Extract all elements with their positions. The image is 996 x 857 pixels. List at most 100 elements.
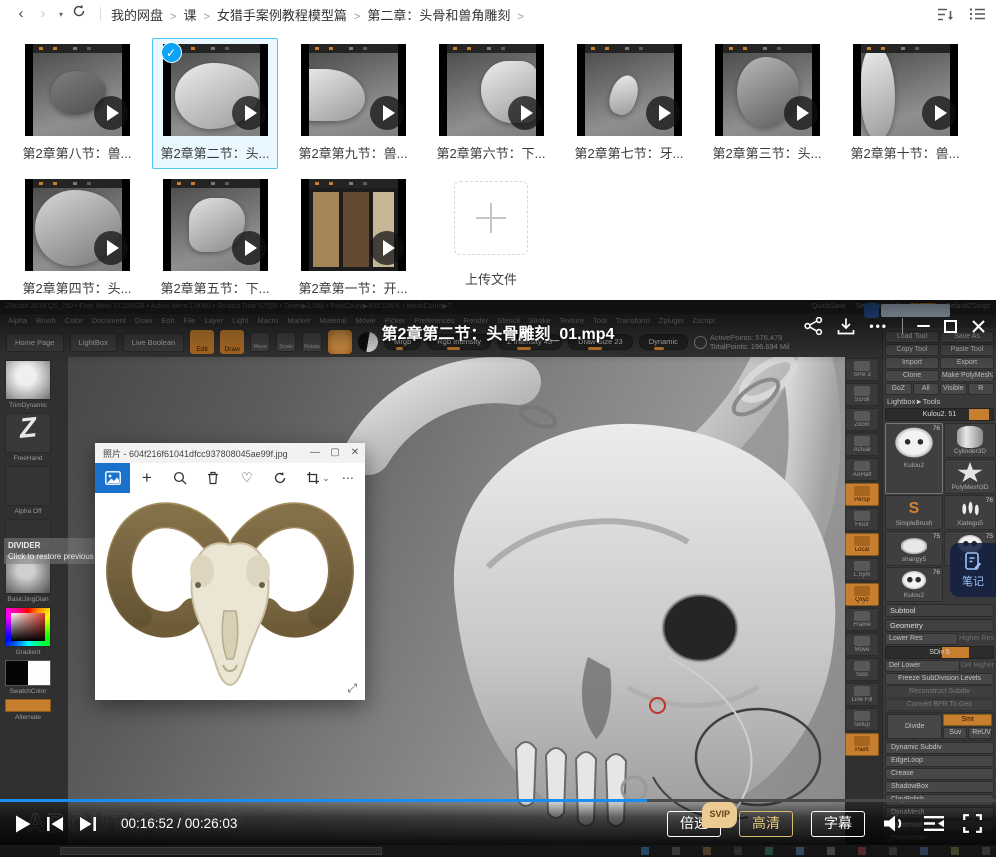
photos-toolbar: + ♡ ⌄ ⋯ bbox=[95, 463, 365, 493]
play-overlay-icon[interactable] bbox=[94, 96, 128, 130]
resize-arrow-icon: ⤢ bbox=[347, 681, 357, 696]
view-controls bbox=[937, 7, 986, 22]
play-overlay-icon[interactable] bbox=[646, 96, 680, 130]
subtitle-button[interactable]: 字幕 bbox=[811, 811, 865, 837]
zbrush-right-shelf-icon bbox=[854, 436, 870, 446]
play-overlay-icon[interactable] bbox=[232, 231, 266, 265]
tool-name: Cylinder3D bbox=[946, 448, 994, 456]
play-overlay-icon[interactable] bbox=[784, 96, 818, 130]
grid-item-box: ✓ 第2章第九节：兽... bbox=[290, 38, 416, 169]
grid-item-box: ✓ 第2章第八节：兽... bbox=[14, 38, 140, 169]
breadcrumb-item[interactable]: 女猎手案例教程模型篇 bbox=[217, 5, 367, 24]
zbrush-shelf-label: Alpha Off bbox=[2, 507, 54, 516]
tool-thumbnail: 76 Xiategu5 bbox=[944, 495, 996, 530]
video-thumbnail[interactable]: ✓ bbox=[25, 44, 130, 136]
zbrush-shelf-icon bbox=[5, 607, 51, 647]
zbrush-right-shelf-icon bbox=[854, 686, 870, 696]
see-all-photos-icon bbox=[95, 463, 130, 493]
geometry-header: Geometry bbox=[885, 619, 994, 632]
video-thumbnail[interactable]: ✓ bbox=[301, 44, 406, 136]
zbrush-shelf-icon bbox=[5, 699, 51, 712]
zbrush-right-shelf-icon bbox=[854, 611, 870, 621]
thumbnail-zbrush-topbar bbox=[723, 44, 812, 53]
video-grid-item[interactable]: ✓ 第2章第七节：牙... bbox=[560, 36, 698, 171]
video-thumbnail[interactable]: ✓ bbox=[301, 179, 406, 271]
grid-item-box: ✓ 第2章第七节：牙... bbox=[566, 38, 692, 169]
video-thumbnail[interactable]: ✓ bbox=[25, 179, 130, 271]
video-thumbnail[interactable]: ✓ bbox=[853, 44, 958, 136]
notes-button[interactable]: 笔记 bbox=[950, 543, 996, 597]
breadcrumb-item[interactable]: 课 bbox=[183, 5, 216, 24]
play-overlay-icon[interactable] bbox=[508, 96, 542, 130]
video-grid-item[interactable]: ✓ 第2章第六节：下... bbox=[422, 36, 560, 171]
zbrush-shelf-label: SwatchColor bbox=[2, 687, 54, 696]
video-grid-item[interactable]: ✓ 第2章第五节：下... bbox=[146, 171, 284, 306]
volume-icon[interactable] bbox=[883, 814, 905, 833]
upload-dropzone[interactable] bbox=[454, 181, 528, 255]
tool-icon bbox=[901, 570, 927, 592]
refresh-button[interactable] bbox=[68, 1, 90, 27]
photos-maximize-button: ▢ bbox=[325, 443, 345, 463]
video-grid-item[interactable]: ✓ 第2章第八节：兽... bbox=[8, 36, 146, 171]
video-grid-item[interactable]: ✓ 第2章第十节：兽... bbox=[836, 36, 974, 171]
quality-button[interactable]: 高清 bbox=[739, 811, 793, 837]
play-overlay-icon[interactable] bbox=[922, 96, 956, 130]
zbrush-right-shelf-icon bbox=[854, 461, 870, 471]
video-grid-item[interactable]: ✓ 第2章第一节：开... bbox=[284, 171, 422, 306]
share-icon[interactable] bbox=[804, 317, 823, 335]
fullscreen-icon[interactable] bbox=[963, 814, 982, 833]
history-caret-icon[interactable]: ▾ bbox=[54, 10, 68, 19]
download-icon[interactable] bbox=[837, 317, 855, 335]
more-options-icon[interactable]: ••• bbox=[869, 319, 888, 333]
tool-badge: 76 bbox=[986, 497, 993, 504]
video-thumbnail[interactable]: ✓ bbox=[715, 44, 820, 136]
forward-button[interactable]: › bbox=[32, 1, 54, 27]
zbrush-left-shelf-item: Alpha Off bbox=[2, 466, 54, 516]
player-top-overlay: 第2章第二节：头骨雕刻_01.mp4 ••• bbox=[0, 300, 996, 364]
zbrush-shelf-icon bbox=[5, 413, 51, 453]
add-icon: + bbox=[130, 463, 163, 493]
video-thumbnail[interactable]: ✓ bbox=[163, 179, 268, 271]
grid-item-box: ✓ 第2章第一节：开... bbox=[290, 173, 416, 304]
previous-button[interactable] bbox=[45, 816, 65, 832]
playback-speed-button[interactable]: 倍速 SVIP bbox=[667, 811, 721, 837]
play-overlay-icon[interactable] bbox=[232, 96, 266, 130]
maximize-button[interactable] bbox=[944, 320, 957, 333]
grid-item-box: ✓ 第2章第二节：头... bbox=[152, 38, 278, 169]
zbrush-right-shelf-icon bbox=[854, 536, 870, 546]
video-grid-item[interactable]: ✓ 第2章第四节：头... bbox=[8, 171, 146, 306]
play-overlay-icon[interactable] bbox=[370, 231, 404, 265]
zbrush-left-shelf-item: Alternate bbox=[2, 699, 54, 722]
zoom-icon bbox=[164, 463, 197, 493]
sort-icon[interactable] bbox=[937, 7, 954, 22]
breadcrumb-item[interactable]: 我的网盘 bbox=[111, 5, 183, 24]
zbrush-right-shelf-item: L.Sym bbox=[845, 558, 879, 581]
close-button[interactable] bbox=[971, 319, 986, 334]
next-button[interactable] bbox=[78, 816, 98, 832]
list-view-icon[interactable] bbox=[970, 7, 986, 21]
back-button[interactable]: ‹ bbox=[10, 1, 32, 27]
tool-name: Kulou2 bbox=[887, 592, 941, 600]
play-overlay-icon[interactable] bbox=[94, 231, 128, 265]
video-thumbnail[interactable]: ✓ bbox=[439, 44, 544, 136]
tool-thumbnail: 76 Kulou2 bbox=[885, 567, 943, 602]
video-grid-item[interactable]: ✓ 第2章第三节：头... bbox=[698, 36, 836, 171]
minimize-button[interactable] bbox=[917, 325, 930, 327]
breadcrumb-item[interactable]: 第二章：头骨和兽角雕刻 bbox=[367, 5, 530, 24]
play-overlay-icon[interactable] bbox=[370, 96, 404, 130]
selected-check-badge[interactable]: ✓ bbox=[161, 42, 182, 63]
zbrush-right-shelf-item: Solo bbox=[845, 658, 879, 681]
play-button[interactable] bbox=[14, 814, 32, 834]
photos-minimize-button: — bbox=[305, 443, 325, 463]
tool-icon bbox=[901, 534, 927, 556]
video-grid-item[interactable]: ✓ 第2章第九节：兽... bbox=[284, 36, 422, 171]
video-player[interactable]: ZBrush 2018 Q5_250 • Free Mem 17.230GB •… bbox=[0, 300, 996, 857]
taskbar-search-box bbox=[60, 847, 382, 855]
playlist-icon[interactable] bbox=[923, 815, 945, 832]
video-thumbnail[interactable]: ✓ bbox=[163, 44, 268, 136]
video-title-label: 第2章第七节：牙... bbox=[567, 143, 691, 162]
video-thumbnail[interactable]: ✓ bbox=[577, 44, 682, 136]
player-bottom-bar: 00:16:52 / 00:26:03 倍速 SVIP 高清 字幕 bbox=[0, 799, 996, 845]
zbrush-right-shelf-icon bbox=[854, 511, 870, 521]
video-grid-item[interactable]: ✓ 第2章第二节：头... bbox=[146, 36, 284, 171]
